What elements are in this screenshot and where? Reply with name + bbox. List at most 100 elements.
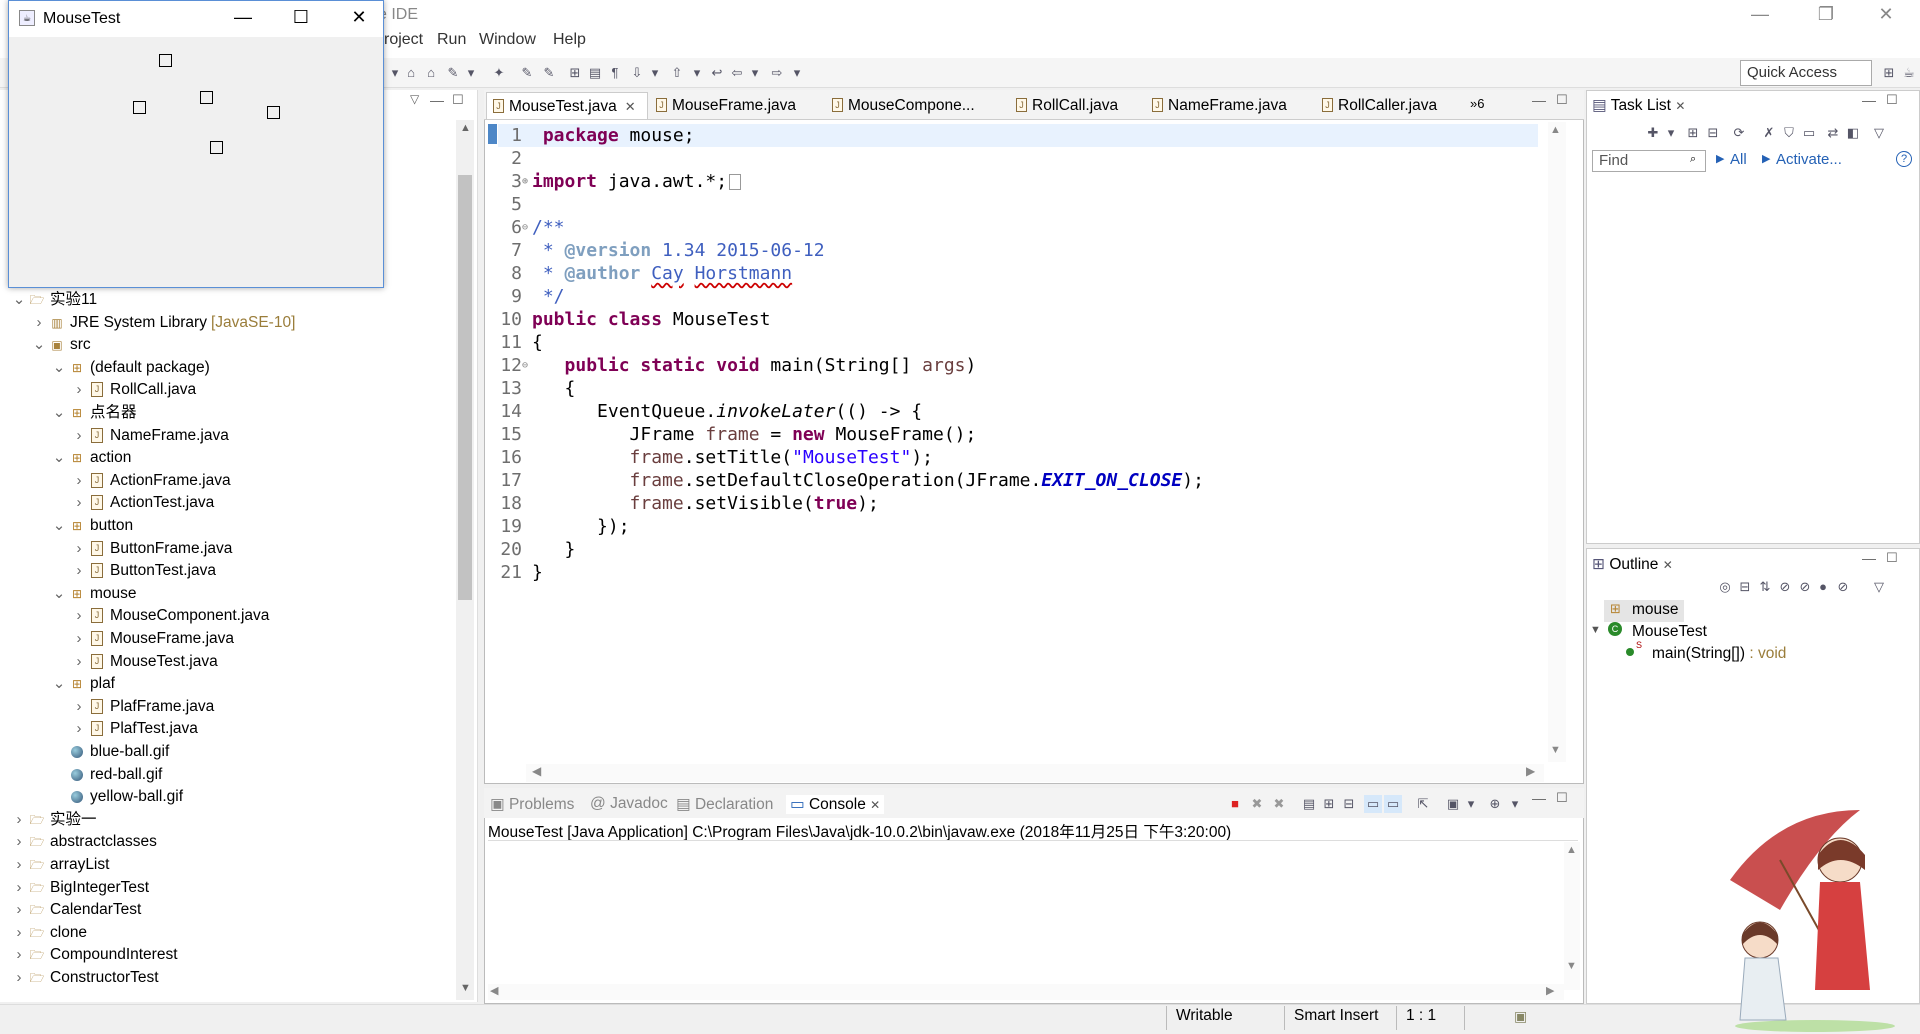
- tree-item-project[interactable]: › 🗁 abstractclasses: [10, 831, 157, 853]
- scroll-left-icon[interactable]: ◀: [532, 764, 541, 778]
- close-tab-icon[interactable]: ✕: [1675, 99, 1685, 113]
- toolbar-dropdown-icon[interactable]: ▾: [788, 64, 806, 82]
- tree-item-package[interactable]: ⌄ ⊞ mouse: [50, 583, 137, 605]
- next-annotation-icon[interactable]: ⇩: [628, 64, 646, 82]
- toolbar-dropdown-icon[interactable]: ▾: [462, 64, 480, 82]
- scroll-down-icon[interactable]: ▼: [460, 982, 471, 994]
- code-line[interactable]: 8 * @author Cay Horstmann: [498, 262, 792, 285]
- code-line[interactable]: 13 {: [498, 377, 575, 400]
- chevron-right-icon[interactable]: ›: [70, 538, 88, 560]
- chevron-right-icon[interactable]: ›: [70, 560, 88, 582]
- code-line[interactable]: 17 frame.setDefaultCloseOperation(JFrame…: [498, 469, 1204, 492]
- pin-console-icon[interactable]: ⇱: [1414, 795, 1432, 813]
- mouse-square[interactable]: [133, 101, 146, 114]
- tab-declaration[interactable]: ▤ Declaration: [676, 795, 773, 814]
- forward-icon[interactable]: ⇨: [768, 64, 786, 82]
- chevron-down-icon[interactable]: ⌄: [50, 673, 68, 695]
- scroll-up-icon[interactable]: ▲: [1550, 124, 1561, 136]
- mouse-square[interactable]: [267, 106, 280, 119]
- chevron-right-icon[interactable]: ›: [10, 831, 28, 853]
- chevron-right-icon[interactable]: ›: [10, 944, 28, 966]
- explorer-scrollbar-thumb[interactable]: [458, 175, 472, 600]
- tree-item-file[interactable]: › J RollCall.java: [70, 379, 197, 401]
- focus-icon[interactable]: ◧: [1844, 124, 1862, 142]
- help-icon[interactable]: ?: [1896, 151, 1912, 167]
- tree-item-lib[interactable]: › ▥ JRE System Library [JavaSE-10]: [30, 312, 296, 334]
- tab-rollcall[interactable]: J RollCall.java: [1010, 92, 1118, 119]
- mouse-square[interactable]: [159, 54, 172, 67]
- tree-item-project[interactable]: › 🗁 BigIntegerTest: [10, 877, 150, 899]
- view-menu-icon[interactable]: ▽: [410, 92, 419, 106]
- tab-console[interactable]: ▭ Console ✕: [786, 795, 885, 814]
- code-line[interactable]: 11 {: [498, 331, 543, 354]
- code-line[interactable]: 20 }: [498, 538, 575, 561]
- open-perspective-icon[interactable]: ⊞: [1880, 64, 1898, 82]
- code-line[interactable]: 5: [498, 193, 532, 216]
- scroll-down-icon[interactable]: ▼: [1566, 960, 1577, 972]
- tab-rollcaller[interactable]: J RollCaller.java: [1316, 92, 1437, 119]
- java-perspective-icon[interactable]: ☕: [1900, 64, 1918, 82]
- code-line[interactable]: 1 package mouse;: [498, 124, 694, 147]
- chevron-right-icon[interactable]: ›: [70, 718, 88, 740]
- maximize-icon[interactable]: ☐: [281, 7, 321, 31]
- tree-item-project[interactable]: ⌄ 🗁 实验11: [10, 289, 97, 311]
- back-icon[interactable]: ⇦: [728, 64, 746, 82]
- view-menu-icon[interactable]: ▽: [1870, 578, 1888, 596]
- hide-nonpublic-icon[interactable]: ●: [1814, 578, 1832, 596]
- maximize-view-icon[interactable]: ☐: [1556, 790, 1568, 806]
- toggle-mark-icon[interactable]: ✦: [490, 64, 508, 82]
- code-line[interactable]: 6⊖/**: [498, 216, 564, 239]
- search-icon[interactable]: ⌕: [1690, 153, 1696, 166]
- tree-item-image[interactable]: blue-ball.gif: [50, 741, 169, 763]
- tree-item-package[interactable]: ⌄ ⊞ action: [50, 447, 132, 469]
- minimize-view-icon[interactable]: —: [1532, 92, 1546, 108]
- code-line[interactable]: 14 EventQueue.invokeLater(() -> {: [498, 400, 922, 423]
- hide-static-icon[interactable]: ⊘: [1796, 578, 1814, 596]
- code-line[interactable]: 2: [498, 147, 532, 170]
- menu-project[interactable]: roject: [384, 31, 423, 49]
- tree-item-file[interactable]: › J ActionFrame.java: [70, 470, 231, 492]
- block-selection-icon[interactable]: ✎: [540, 64, 558, 82]
- remove-launch-icon[interactable]: ✖: [1248, 795, 1266, 813]
- tree-item-project[interactable]: › 🗁 clone: [10, 922, 88, 944]
- all-link[interactable]: All: [1730, 151, 1747, 168]
- chevron-down-icon[interactable]: ▼: [1590, 624, 1601, 636]
- code-line[interactable]: 7 * @version 1.34 2015-06-12: [498, 239, 824, 262]
- close-tab-icon[interactable]: ✕: [1663, 558, 1673, 572]
- maximize-view-icon[interactable]: ☐: [452, 92, 464, 108]
- scheduled-icon[interactable]: ⊟: [1704, 124, 1722, 142]
- tree-item-project[interactable]: › 🗁 实验一: [10, 809, 97, 831]
- toggle-highlight-icon[interactable]: ✎: [518, 64, 536, 82]
- toolbar-dropdown-icon[interactable]: ▾: [688, 64, 706, 82]
- menu-help[interactable]: Help: [553, 31, 586, 49]
- chevron-down-icon[interactable]: ⌄: [10, 289, 28, 311]
- close-tab-icon[interactable]: ✕: [625, 99, 636, 114]
- minimize-view-icon[interactable]: —: [430, 92, 444, 108]
- minimize-icon[interactable]: —: [223, 7, 263, 31]
- code-line[interactable]: 21 }: [498, 561, 543, 584]
- scroll-left-icon[interactable]: ◀: [490, 984, 498, 997]
- categorized-icon[interactable]: ⊞: [1684, 124, 1702, 142]
- terminate-icon[interactable]: ■: [1226, 795, 1244, 813]
- outline-class[interactable]: MouseTest: [1632, 623, 1707, 641]
- progress-icon[interactable]: ▣: [1514, 1008, 1527, 1025]
- chevron-down-icon[interactable]: ⌄: [50, 515, 68, 537]
- show-whitespace-icon[interactable]: ⊞: [566, 64, 584, 82]
- mousetest-window[interactable]: ☕ MouseTest — ☐ ✕: [8, 0, 384, 288]
- chevron-right-icon[interactable]: ›: [10, 809, 28, 831]
- minimize-icon[interactable]: —: [1740, 4, 1780, 30]
- chevron-right-icon[interactable]: ›: [70, 628, 88, 650]
- tab-mousecomponent[interactable]: J MouseCompone...: [826, 92, 975, 119]
- tree-item-package[interactable]: ⌄ ⊞ plaf: [50, 673, 115, 695]
- sort-icon[interactable]: ⇅: [1756, 578, 1774, 596]
- tree-item-project[interactable]: › 🗁 CompoundInterest: [10, 944, 178, 966]
- mouse-square[interactable]: [210, 141, 223, 154]
- chevron-down-icon[interactable]: ⌄: [30, 334, 48, 356]
- activate-link[interactable]: Activate...: [1776, 151, 1842, 168]
- quick-access-input[interactable]: Quick Access: [1740, 60, 1872, 86]
- open-type-icon[interactable]: ⌂: [402, 64, 420, 82]
- chevron-right-icon[interactable]: ›: [10, 967, 28, 989]
- last-edit-icon[interactable]: ↩: [708, 64, 726, 82]
- tree-item-project[interactable]: › 🗁 arrayList: [10, 854, 110, 876]
- pilcrow-icon[interactable]: ¶: [606, 64, 624, 82]
